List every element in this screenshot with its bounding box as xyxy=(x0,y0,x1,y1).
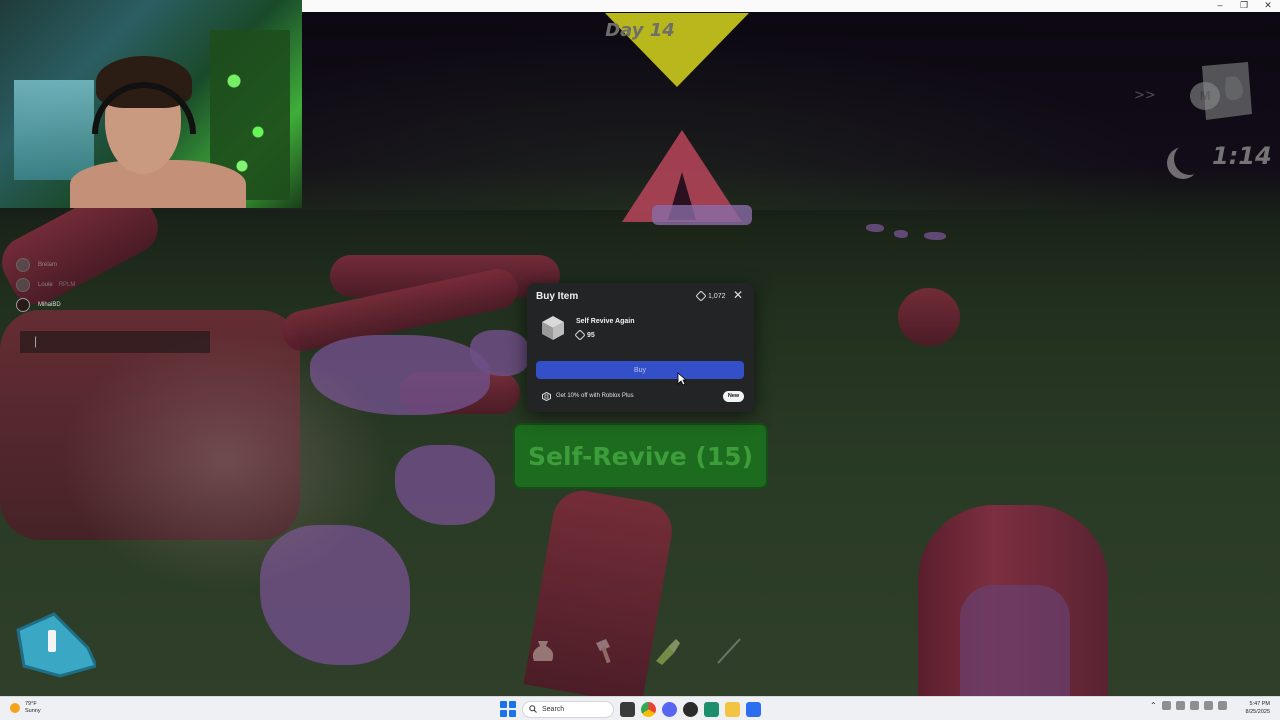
new-badge: New xyxy=(723,390,744,402)
wifi-icon[interactable] xyxy=(1203,701,1213,710)
spear-icon xyxy=(717,638,741,664)
item-cube-icon xyxy=(542,316,564,340)
map-key-hint: M xyxy=(1190,82,1220,110)
roblox-icon[interactable] xyxy=(746,701,761,717)
roblox-plus-promo[interactable]: Get 10% off with Roblox Plus New xyxy=(536,387,744,405)
restore-button[interactable]: ❐ xyxy=(1232,0,1256,12)
avatar xyxy=(16,298,30,312)
taskbar-apps: Search xyxy=(500,699,761,719)
rock xyxy=(894,230,908,238)
sack-icon xyxy=(532,641,554,661)
rock xyxy=(395,445,495,525)
hotbar xyxy=(523,630,749,670)
hotbar-slot-axe[interactable] xyxy=(585,630,625,670)
window-title-bar: – ❐ ✕ xyxy=(302,0,1280,12)
self-revive-button[interactable]: Self-Revive (15) xyxy=(513,423,768,489)
sun-icon xyxy=(10,702,20,713)
roblox-plus-icon xyxy=(542,391,551,401)
weather-widget[interactable]: 79°F Sunny xyxy=(10,701,41,714)
tray-icon[interactable] xyxy=(1189,701,1199,710)
volume-icon[interactable] xyxy=(1217,701,1227,710)
chevron-up-icon[interactable]: ⌃ xyxy=(1150,701,1157,710)
windows-start-icon[interactable] xyxy=(500,701,516,717)
discord-icon[interactable] xyxy=(662,701,677,717)
flashlight-icon xyxy=(656,639,680,665)
player-name: MihaiBD xyxy=(38,302,61,308)
dialog-title: Buy Item xyxy=(536,291,579,302)
taskbar-clock[interactable]: 5:47 PM 8/25/2025 xyxy=(1240,700,1270,716)
close-icon[interactable]: ✕ xyxy=(732,289,744,301)
robux-balance-value: 1,072 xyxy=(708,292,726,300)
webcam-background-window xyxy=(14,80,94,180)
expand-icon[interactable]: >> xyxy=(1134,88,1156,103)
close-window-button[interactable]: ✕ xyxy=(1256,0,1280,12)
file-explorer-icon[interactable] xyxy=(725,701,740,717)
player-name: Louie xyxy=(38,282,53,288)
rock xyxy=(866,224,884,232)
avatar xyxy=(16,258,30,272)
hotbar-slot-flashlight[interactable] xyxy=(647,630,687,670)
player-name: Brelam xyxy=(38,262,58,268)
hotbar-slot-sack[interactable] xyxy=(523,630,563,670)
rock xyxy=(924,232,946,240)
robux-icon xyxy=(574,329,586,341)
item-name: Self Revive Again xyxy=(576,318,635,325)
taskbar-search[interactable]: Search xyxy=(522,700,614,718)
obs-icon[interactable] xyxy=(683,701,698,717)
buy-item-dialog: Buy Item 1,072 ✕ Self Revive Again 95 Bu… xyxy=(527,283,754,412)
robux-balance: 1,072 xyxy=(695,290,726,302)
item-price: 95 xyxy=(574,329,595,341)
avatar xyxy=(16,278,30,292)
player-entry[interactable]: Louie RPLM xyxy=(16,275,75,295)
minimize-button[interactable]: – xyxy=(1208,0,1232,12)
weather-desc: Sunny xyxy=(25,707,41,714)
tray-icon[interactable] xyxy=(1161,701,1171,710)
clock-date: 8/25/2025 xyxy=(1245,709,1270,715)
system-tray: ⌃ xyxy=(1150,701,1227,710)
item-price-value: 95 xyxy=(587,331,595,339)
task-view-icon[interactable] xyxy=(620,701,635,717)
moon-icon xyxy=(1174,143,1206,175)
stump-base xyxy=(960,585,1070,696)
axe-icon xyxy=(596,639,611,664)
player-tag: RPLM xyxy=(58,282,76,288)
robux-icon xyxy=(695,290,707,302)
tray-icon[interactable] xyxy=(1175,701,1185,710)
hotbar-slot-spear[interactable] xyxy=(709,630,749,670)
tent-base xyxy=(652,205,752,225)
day-label: Day 14 xyxy=(605,20,675,41)
chat-caret: | xyxy=(34,334,38,348)
player-list: Brelam Louie RPLM MihaiBD xyxy=(16,255,75,315)
player-entry[interactable]: Brelam xyxy=(16,255,75,275)
weather-text: 79°F Sunny xyxy=(25,701,41,714)
chrome-icon[interactable] xyxy=(641,701,656,717)
campfire-smoke xyxy=(60,330,390,590)
mouse-cursor-icon xyxy=(677,372,687,386)
night-timer: 1:14 xyxy=(1212,142,1272,170)
chat-input[interactable] xyxy=(20,331,210,353)
windows-taskbar: 79°F Sunny Search ⌃ 5:47 PM 8/25/2025 xyxy=(0,696,1280,720)
inventory-bag-icon[interactable] xyxy=(10,608,96,678)
search-placeholder: Search xyxy=(542,705,565,713)
player-entry[interactable]: MihaiBD xyxy=(16,295,75,315)
clock-time: 5:47 PM xyxy=(1249,701,1270,707)
log xyxy=(898,288,960,346)
webcam-overlay xyxy=(0,0,302,208)
rock xyxy=(470,330,530,376)
promo-text: Get 10% off with Roblox Plus xyxy=(556,393,634,399)
search-icon xyxy=(529,705,537,713)
buy-button[interactable]: Buy xyxy=(536,361,744,379)
app-icon[interactable] xyxy=(704,701,719,717)
